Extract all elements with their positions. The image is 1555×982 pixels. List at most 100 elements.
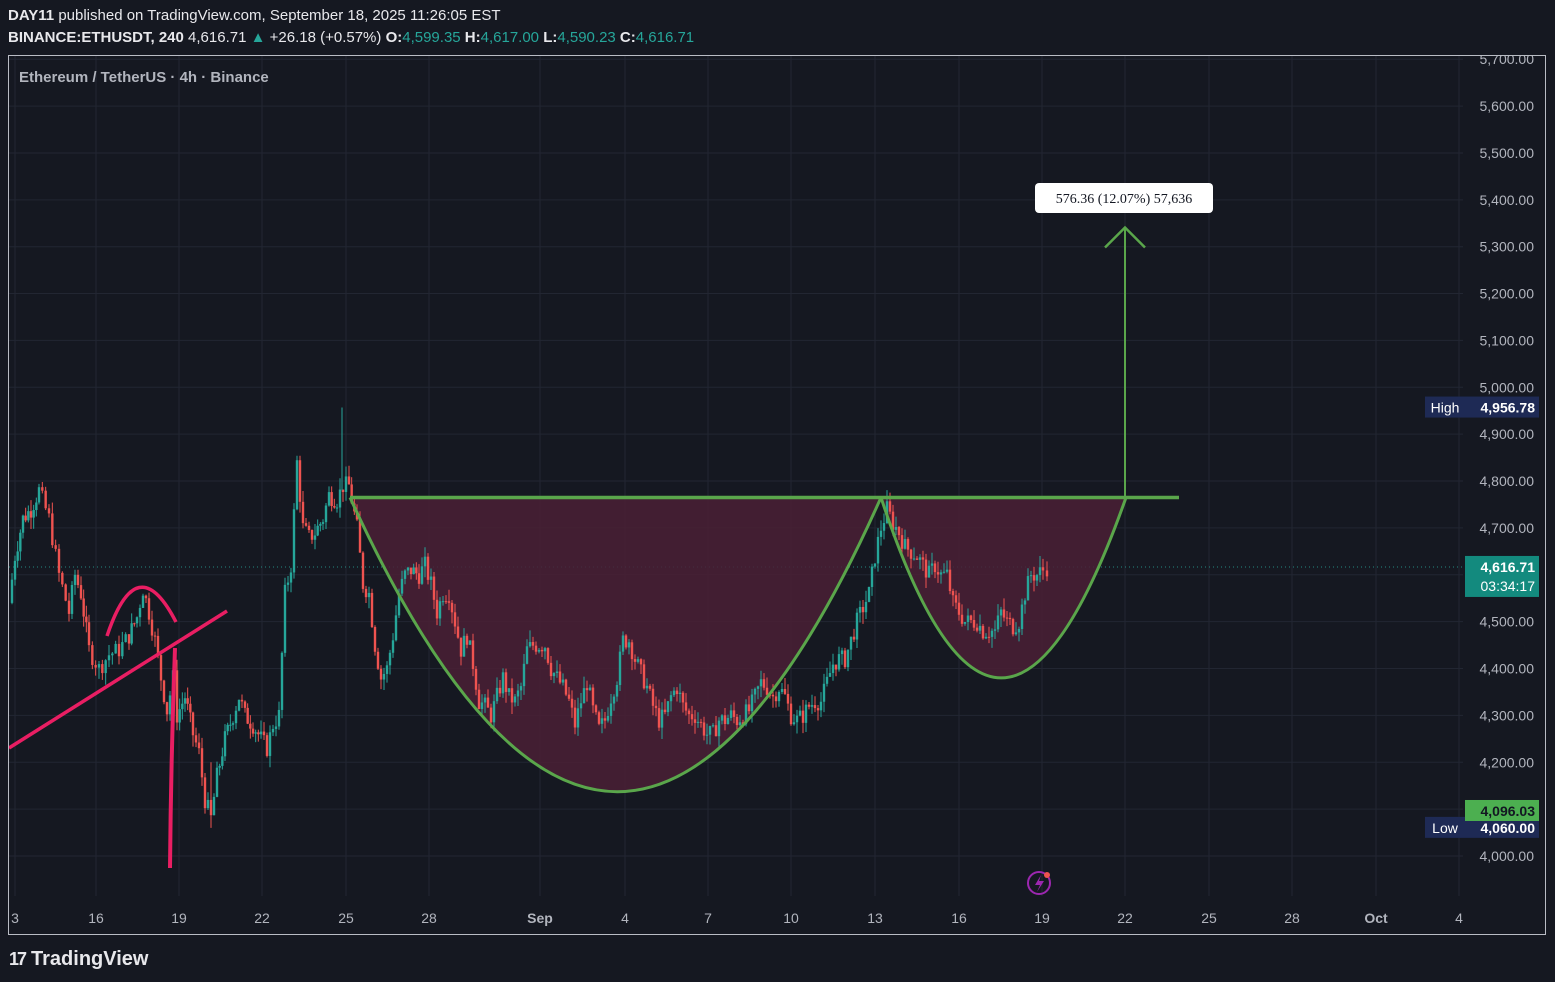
low-value: 4,590.23 xyxy=(557,29,616,46)
candle-body xyxy=(855,612,859,640)
candle-body xyxy=(87,622,91,646)
candle-body xyxy=(406,567,410,571)
candle-body xyxy=(582,688,586,704)
candle-body xyxy=(259,731,263,735)
candle-body xyxy=(438,601,442,619)
red-arc xyxy=(105,585,178,637)
candle-body xyxy=(831,664,835,674)
time-axis[interactable]: 3 16 19 22 25 28 Sep 4 7 10 13 16 19 22 25 28 Oct 4 xyxy=(11,910,1463,926)
candle-body xyxy=(274,726,278,729)
candle-body xyxy=(197,742,201,749)
candle-body xyxy=(29,511,33,518)
price-change: +26.18 (+0.57%) xyxy=(269,29,382,46)
candle-body xyxy=(534,645,538,652)
candle-body xyxy=(21,515,25,533)
close-label: C: xyxy=(619,29,636,46)
candle-body xyxy=(999,609,1003,616)
candle-body xyxy=(321,522,325,524)
candle-body xyxy=(32,510,35,518)
candle-body xyxy=(972,619,976,628)
price-axis[interactable]: 4,000.004,100.004,200.004,300.004,400.00… xyxy=(1480,56,1535,864)
candle-body xyxy=(76,574,80,586)
candle-body xyxy=(843,650,847,668)
candle-body xyxy=(507,688,511,692)
candle-body xyxy=(79,585,83,599)
candle-body xyxy=(900,535,904,549)
x-tick-label: 28 xyxy=(421,910,437,926)
candle-body xyxy=(47,508,51,514)
candle-body xyxy=(573,707,577,728)
y-tick-label: 5,100.00 xyxy=(1480,332,1535,348)
y-tick-label: 4,200.00 xyxy=(1480,754,1535,770)
candle-body xyxy=(576,708,580,728)
candle-body xyxy=(783,689,787,694)
price-chart[interactable]: 4,000.004,100.004,200.004,300.004,400.00… xyxy=(9,56,1545,934)
candle-body xyxy=(423,556,427,567)
candle-body xyxy=(906,539,910,550)
candle-body xyxy=(780,689,784,692)
publisher-name[interactable]: DAY11 xyxy=(8,7,54,24)
publish-line: DAY11 published on TradingView.com, Sept… xyxy=(8,7,501,24)
candle-body xyxy=(555,671,559,674)
candle-body xyxy=(540,649,544,652)
up-triangle-icon: ▲ xyxy=(250,29,266,46)
candle-body xyxy=(828,673,832,677)
y-tick-label: 5,700.00 xyxy=(1480,56,1535,67)
candle-body xyxy=(409,567,413,575)
candle-body xyxy=(510,688,514,703)
candle-body xyxy=(474,668,478,690)
candle-body xyxy=(44,490,47,509)
candle-body xyxy=(283,584,287,653)
candle-body xyxy=(651,688,655,706)
high-label: H: xyxy=(464,29,481,46)
candle-body xyxy=(271,728,275,733)
bar-countdown: 03:34:17 xyxy=(1481,578,1536,594)
y-tick-label: 4,800.00 xyxy=(1480,473,1535,489)
candle-body xyxy=(403,570,407,579)
candle-body xyxy=(528,642,532,647)
candle-body xyxy=(268,732,272,756)
candle-body xyxy=(153,635,157,637)
candle-body xyxy=(792,722,796,725)
candle-body xyxy=(432,576,436,600)
candle-body xyxy=(729,710,733,718)
x-tick-label: 10 xyxy=(783,910,799,926)
candle-body xyxy=(82,598,85,617)
candle-body xyxy=(1017,628,1021,633)
candle-body xyxy=(1020,604,1024,629)
candle-body xyxy=(223,731,227,757)
candle-body xyxy=(254,732,257,734)
candle-body xyxy=(385,665,389,674)
candle-body xyxy=(61,572,64,585)
candle-body xyxy=(237,699,241,711)
candle-body xyxy=(347,476,351,485)
candle-body xyxy=(519,686,523,691)
candle-body xyxy=(186,698,189,704)
tradingview-logo[interactable]: 17 TradingView xyxy=(9,947,148,971)
measure-tooltip: 576.36 (12.07%) 57,636 xyxy=(1035,183,1213,213)
candle-body xyxy=(486,697,490,708)
candle-body xyxy=(636,659,640,662)
x-tick-label: 13 xyxy=(867,910,883,926)
candle-body xyxy=(648,685,652,689)
candle-body xyxy=(771,694,775,697)
candle-body xyxy=(915,558,919,560)
candle-body xyxy=(181,703,184,710)
candle-body xyxy=(897,527,901,536)
candle-body xyxy=(1032,575,1036,581)
candle-body xyxy=(257,732,260,735)
candle-body xyxy=(687,710,691,715)
candle-body xyxy=(64,584,67,601)
candle-body xyxy=(837,654,841,670)
lightning-icon[interactable] xyxy=(1027,871,1051,895)
publish-text: published on TradingView.com, September … xyxy=(54,7,501,24)
candle-body xyxy=(94,664,97,668)
candle-body xyxy=(277,709,281,727)
candle-body xyxy=(415,567,418,574)
candle-body xyxy=(669,695,673,702)
candle-body xyxy=(16,551,19,561)
candle-body xyxy=(301,501,305,524)
candle-body xyxy=(801,710,805,723)
candle-body xyxy=(951,591,955,596)
candle-body xyxy=(672,690,676,696)
